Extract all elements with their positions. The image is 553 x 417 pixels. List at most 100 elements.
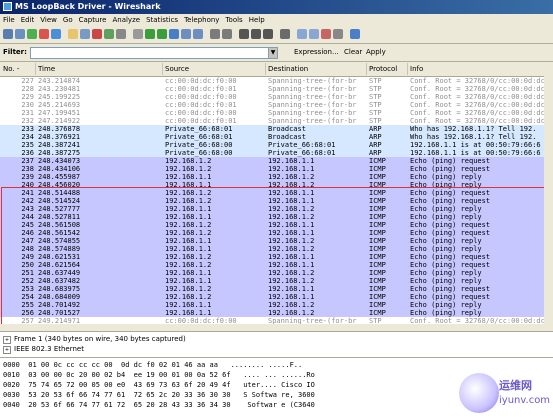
horizontal-scrollbar[interactable] xyxy=(0,324,553,331)
column-header-protocol[interactable]: Protocol xyxy=(369,65,397,73)
packet-row[interactable]: 247 248.574855 192.168.1.1 192.168.1.2 ICMP E… xyxy=(0,237,553,245)
packet-row[interactable]: 234 248.376921 Private_66:68:01 Broadcast AR… xyxy=(0,133,553,141)
save-file-icon[interactable] xyxy=(80,29,90,39)
start-capture-icon[interactable] xyxy=(27,29,37,39)
first-packet-icon[interactable] xyxy=(181,29,191,39)
packet-row[interactable]: 257 249.214971 cc:00:0d:dc:f0:00 Spanning-t… xyxy=(0,317,553,324)
packet-row[interactable]: 240 248.456020 192.168.1.1 192.168.1.2 ICMP E… xyxy=(0,181,553,189)
menu-help[interactable]: Help xyxy=(246,16,268,24)
help-icon[interactable] xyxy=(350,29,360,39)
open-file-icon[interactable] xyxy=(68,29,78,39)
packet-row[interactable]: 228 243.230481 cc:00:0d:dc:f0:01 Spanning-t… xyxy=(0,85,553,93)
go-back-icon[interactable] xyxy=(145,29,155,39)
capture-filters-icon[interactable] xyxy=(297,29,307,39)
packet-row[interactable]: 255 248.701492 192.168.1.1 192.168.1.2 ICMP E… xyxy=(0,301,553,309)
detail-line[interactable]: + Frame 1 (340 bytes on wire, 340 bytes c… xyxy=(3,335,186,344)
expand-icon[interactable]: + xyxy=(3,346,11,354)
column-header-time[interactable]: Time xyxy=(38,65,55,73)
packet-row[interactable]: 254 248.684009 192.168.1.2 192.168.1.1 ICMP E… xyxy=(0,293,553,301)
packet-row[interactable]: 231 247.199451 cc:00:0d:dc:f0:00 Spanning-t… xyxy=(0,109,553,117)
packet-row[interactable]: 246 248.561542 192.168.1.2 192.168.1.1 ICMP E… xyxy=(0,229,553,237)
vertical-scrollbar[interactable] xyxy=(544,62,553,324)
packet-row[interactable]: 230 245.214693 cc:00:0d:dc:f0:01 Spanning-t… xyxy=(0,101,553,109)
packet-row[interactable]: 241 248.514488 192.168.1.2 192.168.1.1 ICMP E… xyxy=(0,189,553,197)
packet-row[interactable]: 227 243.214874 cc:00:0d:dc:f0:00 Spanning-t… xyxy=(0,77,553,85)
menu-capture[interactable]: Capture xyxy=(76,16,110,24)
auto-scroll-icon[interactable] xyxy=(222,29,232,39)
packet-row[interactable]: 236 248.387275 Private_66:68:00 Private_66:… xyxy=(0,149,553,157)
menu-view[interactable]: View xyxy=(37,16,60,24)
packet-protocol: ICMP xyxy=(369,157,386,165)
column-divider[interactable] xyxy=(407,63,408,75)
expression-button[interactable]: Expression... xyxy=(294,48,339,56)
find-packet-icon[interactable] xyxy=(133,29,143,39)
packet-no: 254 xyxy=(21,293,34,301)
packet-info: Echo (ping) reply xyxy=(410,181,482,189)
packet-row[interactable]: 239 248.455987 192.168.1.1 192.168.1.2 ICMP E… xyxy=(0,173,553,181)
go-forward-icon[interactable] xyxy=(157,29,167,39)
display-filters-icon[interactable] xyxy=(309,29,319,39)
packet-row[interactable]: 251 248.637449 192.168.1.1 192.168.1.2 ICMP E… xyxy=(0,269,553,277)
column-divider[interactable] xyxy=(162,63,163,75)
menu-statistics[interactable]: Statistics xyxy=(143,16,181,24)
packet-row[interactable]: 250 248.621564 192.168.1.2 192.168.1.1 ICMP E… xyxy=(0,261,553,269)
print-icon[interactable] xyxy=(116,29,126,39)
main-toolbar xyxy=(0,26,553,44)
packet-row[interactable]: 232 247.214922 cc:00:0d:dc:f0:01 Spanning-t… xyxy=(0,117,553,125)
menu-analyze[interactable]: Analyze xyxy=(109,16,143,24)
packet-row[interactable]: 237 248.434073 192.168.1.2 192.168.1.1 ICMP E… xyxy=(0,157,553,165)
zoom-in-icon[interactable] xyxy=(239,29,249,39)
colorize-icon[interactable] xyxy=(210,29,220,39)
interfaces-icon[interactable] xyxy=(3,29,13,39)
column-divider[interactable] xyxy=(366,63,367,75)
packet-row[interactable]: 244 248.527811 192.168.1.1 192.168.1.2 ICMP E… xyxy=(0,213,553,221)
go-to-packet-icon[interactable] xyxy=(169,29,179,39)
menu-edit[interactable]: Edit xyxy=(18,16,38,24)
resize-columns-icon[interactable] xyxy=(280,29,290,39)
reload-icon[interactable] xyxy=(104,29,114,39)
clear-button[interactable]: Clear xyxy=(344,48,362,56)
packet-row[interactable]: 256 248.701527 192.168.1.1 192.168.1.2 ICMP E… xyxy=(0,309,553,317)
packet-row[interactable]: 245 248.561508 192.168.1.2 192.168.1.1 ICMP E… xyxy=(0,221,553,229)
packet-no: 255 xyxy=(21,301,34,309)
stop-capture-icon[interactable] xyxy=(39,29,49,39)
packet-row[interactable]: 243 248.527777 192.168.1.1 192.168.1.2 ICMP E… xyxy=(0,205,553,213)
normal-size-icon[interactable] xyxy=(263,29,273,39)
packet-row[interactable]: 253 248.683975 192.168.1.2 192.168.1.1 ICMP E… xyxy=(0,285,553,293)
hex-line: 0010 03 00 00 0c 20 00 02 b4 ee 19 00 01… xyxy=(3,371,315,379)
menu-go[interactable]: Go xyxy=(60,16,76,24)
zoom-out-icon[interactable] xyxy=(251,29,261,39)
column-header-source[interactable]: Source xyxy=(165,65,189,73)
packet-row[interactable]: 235 248.387241 Private_66:68:00 Private_66:… xyxy=(0,141,553,149)
column-header-no[interactable]: No. - xyxy=(3,65,19,73)
packet-list[interactable]: No. - Time Source Destination Protocol I… xyxy=(0,62,553,324)
detail-line[interactable]: + IEEE 802.3 Ethernet xyxy=(3,345,84,354)
filter-label: Filter: xyxy=(3,48,27,56)
expand-icon[interactable]: + xyxy=(3,336,11,344)
filter-input[interactable] xyxy=(30,47,271,59)
packet-row[interactable]: 233 248.376878 Private_66:68:01 Broadcast AR… xyxy=(0,125,553,133)
menu-file[interactable]: File xyxy=(0,16,18,24)
apply-button[interactable]: Apply xyxy=(366,48,386,56)
preferences-icon[interactable] xyxy=(333,29,343,39)
packet-row[interactable]: 248 248.574889 192.168.1.1 192.168.1.2 ICMP E… xyxy=(0,245,553,253)
column-divider[interactable] xyxy=(265,63,266,75)
options-icon[interactable] xyxy=(15,29,25,39)
packet-row[interactable]: 249 248.621531 192.168.1.2 192.168.1.1 ICMP E… xyxy=(0,253,553,261)
hex-line: 0020 75 74 65 72 00 05 00 e0 43 69 73 63… xyxy=(3,381,315,389)
packet-details-pane[interactable]: + Frame 1 (340 bytes on wire, 340 bytes c… xyxy=(0,331,553,357)
menu-tools[interactable]: Tools xyxy=(222,16,245,24)
coloring-rules-icon[interactable] xyxy=(321,29,331,39)
menu-telephony[interactable]: Telephony xyxy=(181,16,222,24)
column-header-info[interactable]: Info xyxy=(410,65,423,73)
filter-dropdown-icon[interactable]: ▼ xyxy=(268,47,278,59)
packet-row[interactable]: 238 248.434106 192.168.1.2 192.168.1.1 ICMP E… xyxy=(0,165,553,173)
restart-capture-icon[interactable] xyxy=(51,29,61,39)
close-file-icon[interactable] xyxy=(92,29,102,39)
column-divider[interactable] xyxy=(35,63,36,75)
column-header-destination[interactable]: Destination xyxy=(268,65,308,73)
packet-row[interactable]: 242 248.514524 192.168.1.2 192.168.1.1 ICMP E… xyxy=(0,197,553,205)
packet-row[interactable]: 252 248.637482 192.168.1.1 192.168.1.2 ICMP E… xyxy=(0,277,553,285)
last-packet-icon[interactable] xyxy=(193,29,203,39)
packet-row[interactable]: 229 245.199225 cc:00:0d:dc:f0:00 Spanning-t… xyxy=(0,93,553,101)
